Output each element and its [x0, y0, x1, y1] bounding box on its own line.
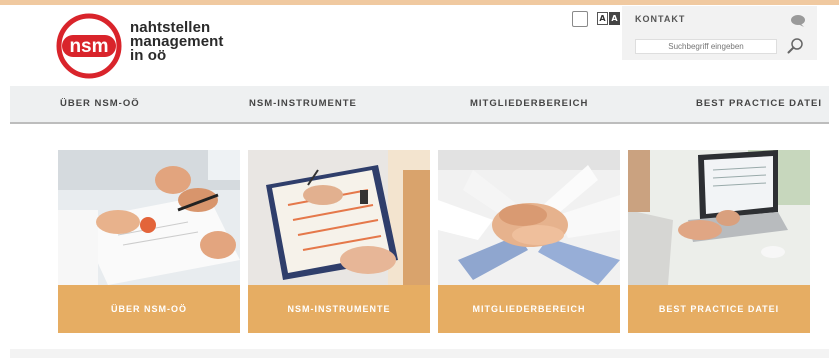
tile-label[interactable]: BEST PRACTICE DATEI [628, 285, 810, 333]
font-size-large-button[interactable]: A [609, 12, 620, 25]
tile-label[interactable]: MITGLIEDERBEREICH [438, 285, 620, 333]
logo-line-3: in oö [130, 47, 167, 64]
tile-ueber-nsm[interactable]: ÜBER NSM-OÖ [58, 150, 240, 333]
top-accent-strip [0, 0, 839, 5]
search-input[interactable] [635, 39, 777, 54]
nav-item-ueber-nsm[interactable]: ÜBER NSM-OÖ [60, 86, 140, 122]
font-size-normal-button[interactable]: A [597, 12, 608, 25]
tile-label[interactable]: NSM-INSTRUMENTE [248, 285, 430, 333]
site-logo[interactable]: nsm nahtstellen management in oö [56, 13, 256, 79]
footer-strip [10, 349, 829, 358]
tile-nsm-instrumente[interactable]: NSM-INSTRUMENTE [248, 150, 430, 333]
tile-image-stacked-hands [438, 150, 620, 285]
nav-item-best-practice[interactable]: BEST PRACTICE DATEI [696, 86, 822, 122]
chat-bubble-icon[interactable] [790, 14, 806, 28]
nav-item-nsm-instrumente[interactable]: NSM-INSTRUMENTE [249, 86, 357, 122]
tile-mitgliederbereich[interactable]: MITGLIEDERBEREICH [438, 150, 620, 333]
tile-image-laptop [628, 150, 810, 285]
main-navigation: ÜBER NSM-OÖ NSM-INSTRUMENTE MITGLIEDERBE… [10, 86, 829, 124]
tile-best-practice[interactable]: BEST PRACTICE DATEI [628, 150, 810, 333]
tile-image-clipboard [248, 150, 430, 285]
search-icon[interactable] [786, 37, 804, 55]
tile-label[interactable]: ÜBER NSM-OÖ [58, 285, 240, 333]
font-size-toggle[interactable]: A A [597, 12, 620, 25]
nav-item-mitgliederbereich[interactable]: MITGLIEDERBEREICH [470, 86, 588, 122]
nsm-logo-icon: nsm [56, 13, 122, 79]
svg-text:nsm: nsm [69, 36, 108, 57]
logo-wordmark: nahtstellen management in oö [130, 20, 224, 64]
utility-panel: KONTAKT [622, 6, 817, 60]
tile-image-hands-pen [58, 150, 240, 285]
contrast-toggle-checkbox[interactable] [572, 11, 588, 27]
kontakt-link[interactable]: KONTAKT [635, 14, 685, 24]
